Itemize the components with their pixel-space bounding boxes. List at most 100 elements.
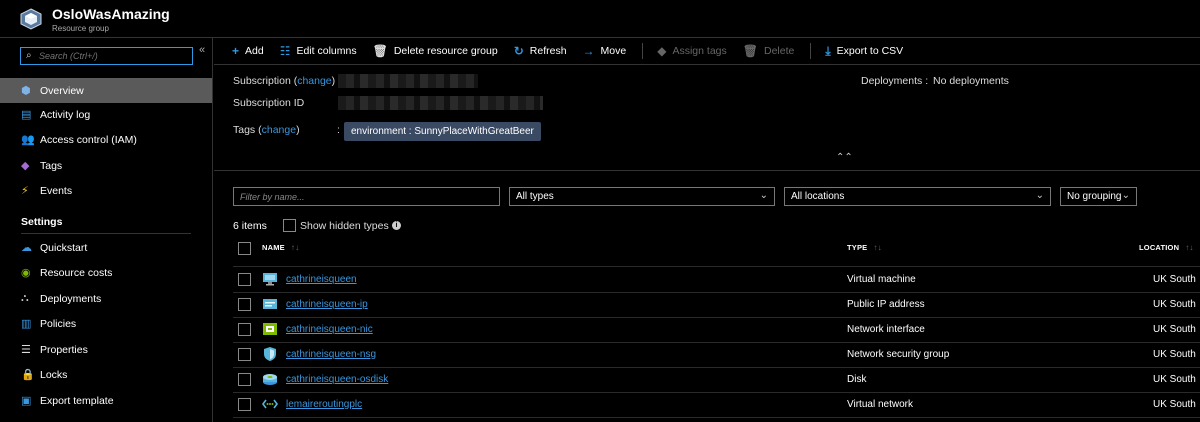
button-label: Refresh [529, 45, 567, 57]
table-row[interactable]: cathrineisqueen-osdisk Disk UK South [233, 367, 1200, 392]
sidebar-item-locks[interactable]: 🔒 Locks [0, 362, 212, 387]
masked-subscription-id [338, 96, 543, 110]
button-label: Delete [763, 45, 795, 57]
add-button[interactable]: + Add [232, 44, 264, 58]
sidebar-item-label: Access control (IAM) [40, 133, 137, 146]
sidebar-item-export-template[interactable]: ▣ Export template [0, 388, 212, 413]
people-icon: 👥 [21, 134, 35, 146]
button-label: Delete resource group [393, 45, 498, 57]
sidebar: ⌕ « ⬢ Overview ▤ Activity log 👥 Access c… [0, 38, 213, 422]
list-icon: ☰ [21, 344, 31, 356]
sidebar-item-label: Quickstart [40, 241, 88, 254]
sidebar-item-label: Deployments [40, 292, 102, 305]
sidebar-item-overview[interactable]: ⬢ Overview [0, 78, 212, 103]
tag-icon: ◆ [657, 44, 667, 58]
chevron-down-icon: ⌄ [1035, 190, 1044, 201]
button-label: Move [600, 45, 627, 57]
delete-button[interactable]: 🗑 Delete [743, 44, 795, 58]
table-row[interactable]: cathrineisqueen Virtual machine UK South [233, 267, 1200, 292]
resource-name-link[interactable]: cathrineisqueen-nic [286, 324, 373, 335]
sidebar-item-properties[interactable]: ☰ Properties [0, 337, 212, 362]
essentials-panel: Subscription (change) Subscription ID Ta… [214, 66, 1200, 166]
divider [214, 170, 1200, 171]
column-header-location[interactable]: LOCATION ↑↓ [1139, 243, 1194, 252]
sort-icon: ↑↓ [1185, 243, 1194, 252]
sidebar-item-label: Overview [40, 84, 84, 97]
export-csv-button[interactable]: ⤓ Export to CSV [825, 44, 903, 59]
columns-icon: ☷ [279, 44, 291, 58]
grouping-dropdown[interactable]: No grouping ⌄ [1060, 187, 1137, 206]
info-icon[interactable]: i [392, 221, 401, 230]
toolbar-divider [642, 43, 644, 59]
edit-columns-button[interactable]: ☷ Edit columns [280, 44, 357, 58]
sidebar-item-resource-costs[interactable]: ◉ Resource costs [0, 260, 212, 285]
tags-label: Tags [233, 124, 256, 136]
button-label: Export to CSV [836, 45, 904, 57]
show-hidden-checkbox[interactable] [283, 219, 296, 232]
collapse-essentials-icon[interactable]: ⌃⌃ [836, 152, 853, 163]
filter-by-name-input[interactable]: Filter by name... [233, 187, 500, 206]
row-checkbox[interactable] [238, 373, 251, 386]
search-input[interactable] [39, 48, 189, 64]
row-checkbox[interactable] [238, 273, 251, 286]
cloud-icon: ☁ [21, 242, 32, 254]
sidebar-item-access-control[interactable]: 👥 Access control (IAM) [0, 127, 212, 152]
types-dropdown[interactable]: All types ⌄ [509, 187, 775, 206]
row-checkbox[interactable] [238, 348, 251, 361]
trash-icon: 🗑 [742, 44, 758, 58]
table-row[interactable]: lemaireroutingplc Virtual network UK Sou… [233, 392, 1200, 417]
select-all-checkbox[interactable] [238, 242, 251, 255]
sidebar-item-label: Tags [40, 159, 63, 172]
sidebar-item-label: Policies [40, 317, 77, 330]
resource-type: Network interface [847, 324, 925, 335]
sidebar-item-label: Activity log [40, 108, 91, 121]
row-checkbox[interactable] [238, 323, 251, 336]
divider [21, 233, 191, 234]
shield-icon [264, 347, 276, 361]
tags-change-link[interactable]: change [262, 124, 296, 136]
deployments-label-text: Deployments [861, 75, 923, 87]
sidebar-item-deployments[interactable]: ⛬ Deployments [0, 286, 212, 311]
deployments-icon: ⛬ [21, 292, 29, 304]
deployments-label: Deployments : [861, 75, 928, 87]
resource-name-link[interactable]: cathrineisqueen-osdisk [286, 374, 388, 385]
resource-location: UK South [1153, 374, 1196, 385]
button-label: Add [245, 45, 264, 57]
sidebar-item-tags[interactable]: ◆ Tags [0, 153, 212, 178]
resource-location: UK South [1153, 399, 1196, 410]
assign-tags-button[interactable]: ◆ Assign tags [657, 44, 727, 58]
delete-resource-group-button[interactable]: 🗑 Delete resource group [373, 44, 498, 58]
column-header-name[interactable]: NAME ↑↓ [262, 243, 299, 252]
virtual-network-icon [262, 399, 278, 409]
cost-icon: ◉ [21, 267, 31, 279]
resource-name-link[interactable]: cathrineisqueen-nsg [286, 349, 376, 360]
table-row[interactable]: cathrineisqueen-nsg Network security gro… [233, 342, 1200, 367]
refresh-button[interactable]: ↻ Refresh [514, 44, 567, 58]
resource-name-link[interactable]: cathrineisqueen [286, 274, 357, 285]
row-checkbox[interactable] [238, 398, 251, 411]
deployments-link[interactable]: No deployments [933, 75, 1009, 87]
column-header-label: LOCATION [1139, 243, 1180, 252]
resource-name-link[interactable]: cathrineisqueen-ip [286, 299, 368, 310]
virtual-machine-icon [263, 273, 277, 286]
tags-row: Tags (change) [233, 124, 300, 136]
resource-name-link[interactable]: lemaireroutingplc [286, 399, 362, 410]
table-row[interactable]: cathrineisqueen-nic Network interface UK… [233, 317, 1200, 342]
collapse-sidebar-icon[interactable]: « [199, 44, 205, 56]
row-divider [233, 417, 1200, 418]
tag-pill[interactable]: environment : SunnyPlaceWithGreatBeer [344, 122, 541, 141]
column-header-type[interactable]: TYPE ↑↓ [847, 243, 882, 252]
refresh-icon: ↻ [513, 44, 524, 58]
export-icon: ▣ [21, 395, 32, 407]
item-count: 6 items [233, 220, 267, 232]
sidebar-item-events[interactable]: ⚡ Events [0, 178, 212, 203]
sidebar-item-policies[interactable]: ▥ Policies [0, 311, 212, 336]
row-checkbox[interactable] [238, 298, 251, 311]
subscription-change-link[interactable]: change [297, 75, 331, 87]
sidebar-search[interactable]: ⌕ [20, 47, 193, 65]
locations-dropdown[interactable]: All locations ⌄ [784, 187, 1051, 206]
move-button[interactable]: → Move [583, 44, 627, 58]
sidebar-item-activity-log[interactable]: ▤ Activity log [0, 102, 212, 127]
sidebar-item-quickstart[interactable]: ☁ Quickstart [0, 235, 212, 260]
table-row[interactable]: cathrineisqueen-ip Public IP address UK … [233, 292, 1200, 317]
